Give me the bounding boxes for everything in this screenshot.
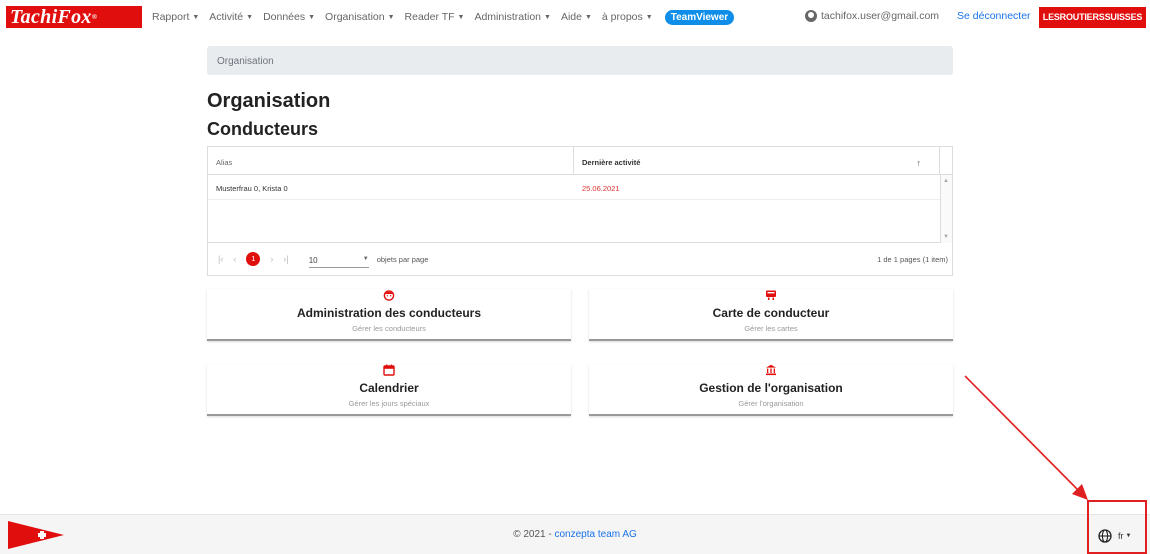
user-circle-icon <box>805 10 817 22</box>
breadcrumb-item-organisation: Organisation <box>217 56 274 67</box>
caret-down-icon: ▼ <box>457 13 465 21</box>
language-code: fr <box>1118 531 1124 541</box>
caret-down-icon: ▼ <box>192 13 200 21</box>
previous-page-button[interactable]: ‹ <box>233 254 236 264</box>
card-subtitle: Gérer les conducteurs <box>352 324 426 333</box>
cell-last-activity: 25.06.2021 <box>582 184 620 193</box>
card-title: Calendrier <box>359 381 419 395</box>
user-account[interactable]: tachifox.user@gmail.com <box>805 10 939 22</box>
caret-down-icon: ▼ <box>584 13 592 21</box>
card-subtitle: Gérer les cartes <box>744 324 798 333</box>
menu-label: Données <box>263 11 306 23</box>
drivers-grid: Alias Dernière activité ↑ Musterfrau 0, … <box>207 146 953 276</box>
menu-reader-tf[interactable]: Reader TF ▼ <box>405 11 465 23</box>
copyright-text: © 2021 - <box>513 529 555 540</box>
caret-down-icon: ▼ <box>1125 533 1132 539</box>
menu-donnees[interactable]: Données ▼ <box>263 11 315 23</box>
column-header-label: Dernière activité <box>582 158 641 167</box>
card-title: Carte de conducteur <box>712 306 830 320</box>
menu-label: Activité <box>209 11 244 23</box>
menu-aide[interactable]: Aide ▼ <box>561 11 592 23</box>
globe-icon <box>1098 529 1112 543</box>
card-subtitle: Gérer les jours spéciaux <box>348 399 430 408</box>
page-size-select[interactable]: 10 ▼ <box>308 256 369 268</box>
top-navbar: TachiFox® Rapport ▼ Activité ▼ Données ▼ Or… <box>0 0 1150 34</box>
page-size-label: objets par page <box>376 254 429 264</box>
scroll-down-icon[interactable]: ▼ <box>943 234 949 240</box>
cell-alias: Musterfrau 0, Krista 0 <box>216 184 288 193</box>
les-routiers-suisses-button[interactable]: LESROUTIERSSUISSES <box>1039 7 1146 28</box>
card-carte-de-conducteur[interactable]: Carte de conducteur Gérer les cartes <box>589 289 953 341</box>
card-title: Gestion de l'organisation <box>699 381 843 395</box>
scroll-up-icon[interactable]: ▲ <box>943 178 949 184</box>
next-page-button[interactable]: › <box>270 254 273 264</box>
company-link[interactable]: conzepta team AG <box>555 529 637 540</box>
vertical-scrollbar[interactable]: ▲ ▼ <box>940 175 952 243</box>
last-page-button[interactable]: ›| <box>283 254 288 264</box>
page-title: Organisation <box>207 90 331 112</box>
caret-down-icon: ▼ <box>387 13 395 21</box>
column-header-alias[interactable]: Alias <box>208 147 574 174</box>
driver-face-icon <box>383 290 395 301</box>
logout-link[interactable]: Se déconnecter <box>957 10 1031 22</box>
menu-label: Rapport <box>152 11 190 23</box>
caret-down-icon: ▼ <box>308 13 316 21</box>
sort-ascending-icon[interactable]: ↑ <box>917 158 922 174</box>
driver-card-icon <box>766 290 776 300</box>
teamviewer-button[interactable]: TeamViewer <box>664 9 735 25</box>
card-gestion-de-l-organisation[interactable]: Gestion de l'organisation Gérer l'organi… <box>589 364 953 416</box>
bank-building-icon <box>766 364 776 376</box>
page-size-value: 10 <box>308 256 318 265</box>
language-selector[interactable]: fr ▼ <box>1098 529 1131 543</box>
menu-activite[interactable]: Activité ▼ <box>209 11 253 23</box>
tachifox-logo[interactable]: TachiFox® <box>6 6 142 28</box>
brand-registered-mark: ® <box>91 13 98 21</box>
menu-administration[interactable]: Administration ▼ <box>474 11 550 23</box>
first-page-button[interactable]: |‹ <box>218 254 223 264</box>
breadcrumb: Organisation <box>207 46 953 75</box>
table-row[interactable]: Musterfrau 0, Krista 0 25.06.2021 <box>208 175 941 200</box>
card-title: Administration des conducteurs <box>296 306 482 320</box>
copyright: © 2021 - conzepta team AG <box>0 529 1150 540</box>
card-subtitle: Gérer l'organisation <box>738 399 804 408</box>
menu-organisation[interactable]: Organisation ▼ <box>325 11 394 23</box>
grid-header: Alias Dernière activité ↑ <box>208 147 952 175</box>
brand-name: TachiFox <box>10 6 92 28</box>
menu-label: Reader TF <box>404 11 455 23</box>
main-menu: Rapport ▼ Activité ▼ Données ▼ Organisation… <box>152 9 735 25</box>
calendar-icon <box>383 364 395 376</box>
menu-label: Organisation <box>325 11 385 23</box>
caret-down-icon: ▼ <box>246 13 254 21</box>
grid-pager: |‹ ‹ 1 › ›| 10 ▼ objets par page 1 de 1 … <box>208 243 952 275</box>
card-administration-des-conducteurs[interactable]: Administration des conducteurs Gérer les… <box>207 289 571 341</box>
highlight-box <box>1087 500 1147 554</box>
footer: © 2021 - conzepta team AG fr ▼ <box>0 500 1150 554</box>
menu-label: Administration <box>474 11 541 23</box>
pager-info: 1 de 1 pages (1 item) <box>877 255 948 264</box>
menu-label: à propos <box>601 11 643 23</box>
menu-a-propos[interactable]: à propos ▼ <box>602 11 653 23</box>
section-title-conducteurs: Conducteurs <box>207 119 319 139</box>
menu-rapport[interactable]: Rapport ▼ <box>152 11 199 23</box>
menu-label: Aide <box>560 11 582 23</box>
grid-body: Musterfrau 0, Krista 0 25.06.2021 ▲ ▼ <box>208 175 952 243</box>
caret-down-icon: ▼ <box>362 256 369 262</box>
caret-down-icon: ▼ <box>544 13 551 21</box>
column-header-last-activity[interactable]: Dernière activité ↑ <box>574 147 940 174</box>
page-1-button[interactable]: 1 <box>246 252 261 266</box>
card-calendrier[interactable]: Calendrier Gérer les jours spéciaux <box>207 364 571 416</box>
caret-down-icon: ▼ <box>645 13 653 21</box>
user-email: tachifox.user@gmail.com <box>821 10 940 22</box>
annotation-arrow <box>964 375 1088 500</box>
